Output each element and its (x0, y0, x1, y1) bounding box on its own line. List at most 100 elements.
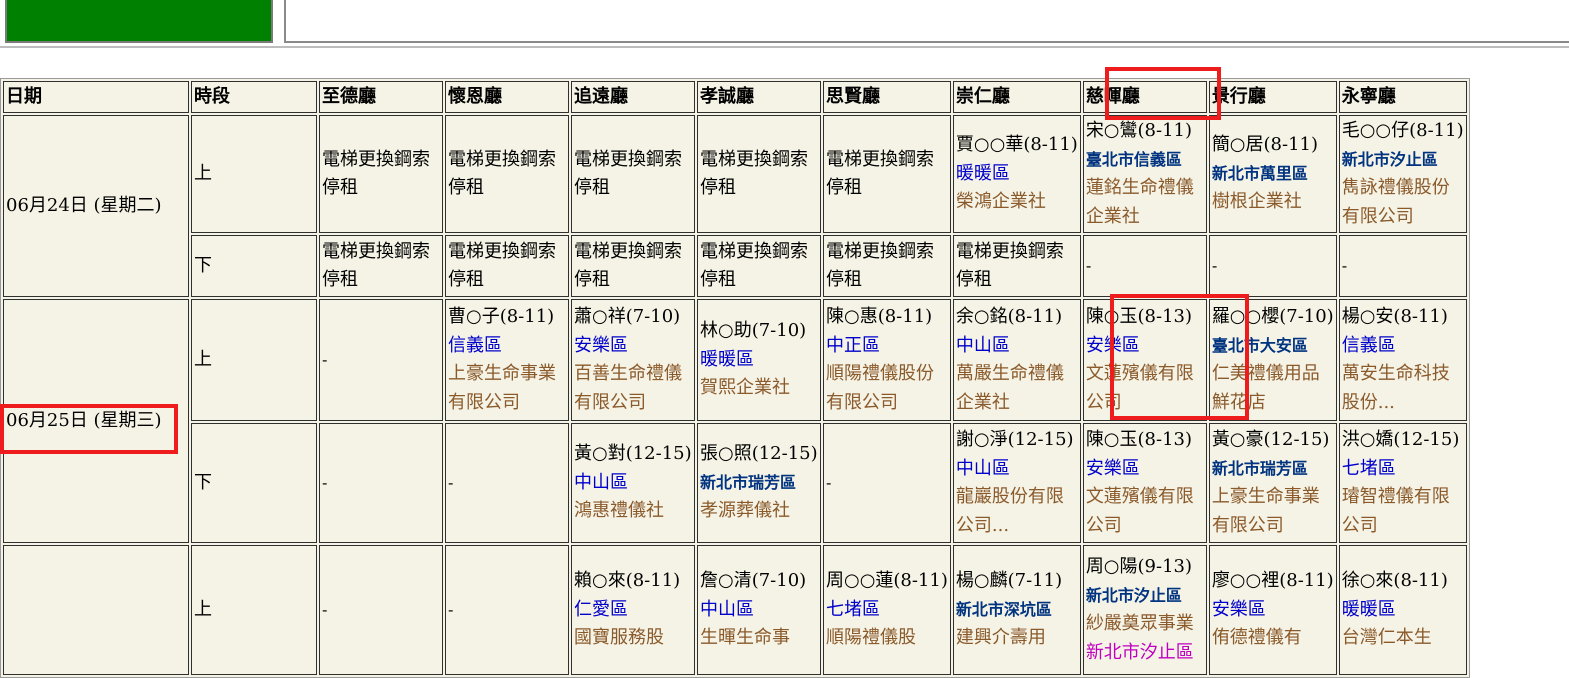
deceased-name: 周○○蓮(8-11) (826, 570, 948, 592)
booking-cell[interactable]: - (823, 423, 951, 543)
booking-cell[interactable]: - (445, 545, 569, 675)
district-link[interactable]: 新北市汐止區 (1342, 146, 1464, 175)
booking-cell[interactable]: - (319, 545, 443, 675)
district-link[interactable]: 信義區 (1342, 332, 1464, 361)
closure-note: 電梯更換鋼索停租 (826, 240, 934, 291)
booking-cell[interactable]: 周○○蓮(8-11) 七堵區 順陽禮儀股 (823, 545, 951, 675)
booking-cell[interactable]: 電梯更換鋼索停租 (319, 235, 443, 297)
booking-cell[interactable]: - (1082, 235, 1207, 297)
schedule-row: 下 - - 黃○對(12-15) 中山區 鴻惠禮儀社 張○照(12-15) 新北市瑞芳區 孝源葬… (3, 423, 1467, 543)
deceased-name: 周○陽(9-13) (1085, 556, 1193, 577)
funeral-company: 順陽禮儀股 (826, 627, 916, 649)
top-text-field[interactable] (284, 0, 1569, 43)
booking-cell[interactable]: 黃○對(12-15) 中山區 鴻惠禮儀社 (571, 423, 695, 543)
booking-cell[interactable]: 電梯更換鋼索停租 (319, 115, 443, 233)
booking-cell[interactable]: 謝○淨(12-15) 中山區 龍巖股份有限公司... (952, 423, 1081, 543)
booking-cell[interactable]: 電梯更換鋼索停租 (571, 115, 695, 233)
district-link[interactable]: 中山區 (700, 596, 818, 625)
district-link[interactable]: 暖暖區 (1342, 596, 1464, 625)
header-hall-xiaocheng: 孝誠廳 (697, 81, 821, 113)
booking-cell[interactable]: - (1338, 235, 1467, 297)
booking-cell[interactable]: 宋○鸞(8-11) 臺北市信義區 蓮銘生命禮儀企業社 (1082, 115, 1207, 233)
booking-cell[interactable]: 簡○居(8-11) 新北市萬里區 樹根企業社 (1208, 115, 1337, 233)
booking-cell[interactable]: 廖○○裡(8-11) 安樂區 侑德禮儀有 (1208, 545, 1337, 675)
header-hall-sixian: 思賢廳 (823, 81, 951, 113)
funeral-company: 生暉生命事 (700, 627, 790, 649)
funeral-company: 紗嚴奠眾事業 (1085, 613, 1194, 634)
toolbar-divider (0, 46, 1569, 48)
funeral-company: 龍巖股份有限公司... (955, 486, 1064, 536)
date-label: 06月25日 (星期三) (6, 409, 162, 431)
district-link[interactable]: 仁愛區 (574, 596, 692, 625)
booking-cell[interactable]: 羅○○櫻(7-10) 臺北市大安區 仁美禮儀用品鮮花店 (1208, 299, 1337, 421)
booking-cell[interactable]: 詹○清(7-10) 中山區 生暉生命事 (697, 545, 821, 675)
booking-cell[interactable]: 楊○麟(7-11) 新北市深坑區 建興介壽用 (952, 545, 1081, 675)
booking-cell[interactable]: - (1208, 235, 1337, 297)
date-cell: 06月25日 (星期三) (3, 299, 189, 543)
district-link[interactable]: 中正區 (826, 332, 948, 361)
header-hall-huaien: 懷恩廳 (445, 81, 569, 113)
booking-cell[interactable]: 余○銘(8-11) 中山區 萬嚴生命禮儀企業社 (952, 299, 1081, 421)
district-link[interactable]: 臺北市大安區 (1212, 332, 1334, 361)
deceased-name: 羅○○櫻(7-10) (1211, 306, 1334, 327)
booking-cell[interactable]: 電梯更換鋼索停租 (697, 235, 821, 297)
district-link[interactable]: 安樂區 (1086, 332, 1204, 361)
district-link[interactable]: 中山區 (956, 332, 1078, 361)
booking-cell[interactable]: 曹○子(8-11) 信義區 上豪生命事業有限公司 (445, 299, 569, 421)
booking-cell[interactable]: - (319, 299, 443, 421)
deceased-name: 林○助(7-10) (700, 320, 807, 342)
district-link[interactable]: 安樂區 (1086, 455, 1204, 484)
booking-cell[interactable]: 賴○來(8-11) 仁愛區 國寶服務股 (571, 545, 695, 675)
booking-cell[interactable]: 楊○安(8-11) 信義區 萬安生命科技股份... (1338, 299, 1467, 421)
district-link[interactable]: 七堵區 (1342, 455, 1464, 484)
booking-cell[interactable]: 電梯更換鋼索停租 (823, 115, 951, 233)
booking-cell[interactable]: 電梯更換鋼索停租 (445, 235, 569, 297)
booking-cell[interactable]: 張○照(12-15) 新北市瑞芳區 孝源葬儀社 (697, 423, 821, 543)
booking-cell[interactable]: 陳○玉(8-13) 安樂區 文蓮殯儀有限公司 (1082, 423, 1207, 543)
booking-cell[interactable]: 洪○嬌(12-15) 七堵區 璿智禮儀有限公司 (1338, 423, 1467, 543)
empty-marker: - (1085, 255, 1092, 275)
district-link[interactable]: 新北市萬里區 (1212, 160, 1334, 189)
booking-cell[interactable]: 賈○○華(8-11) 暖暖區 榮鴻企業社 (952, 115, 1081, 233)
district-link[interactable]: 七堵區 (826, 596, 948, 625)
booking-cell[interactable]: 電梯更換鋼索停租 (697, 115, 821, 233)
booking-cell[interactable]: 徐○來(8-11) 暖暖區 台灣仁本生 (1338, 545, 1467, 675)
district-link[interactable]: 暖暖區 (956, 160, 1078, 189)
extra-district: 新北市汐止區 (1085, 641, 1194, 663)
funeral-company: 台灣仁本生 (1341, 627, 1432, 649)
booking-cell[interactable]: 毛○○仔(8-11) 新北市汐止區 雋詠禮儀股份有限公司 (1338, 115, 1467, 233)
booking-cell[interactable]: 電梯更換鋼索停租 (952, 235, 1081, 297)
schedule-row: 下電梯更換鋼索停租 電梯更換鋼索停租 電梯更換鋼索停租 電梯更換鋼索停租 電梯更換鋼索停… (3, 235, 1467, 297)
booking-cell[interactable]: 電梯更換鋼索停租 (571, 235, 695, 297)
district-link[interactable]: 新北市瑞芳區 (700, 469, 818, 498)
booking-cell[interactable]: 陳○惠(8-11) 中正區 順陽禮儀股份有限公司 (823, 299, 951, 421)
green-action-button[interactable] (5, 0, 273, 43)
closure-note: 電梯更換鋼索停租 (448, 148, 556, 199)
booking-cell[interactable]: 陳○玉(8-13) 安樂區 文蓮殯儀有限公司 (1082, 299, 1207, 421)
booking-cell[interactable]: 電梯更換鋼索停租 (823, 235, 951, 297)
district-link[interactable]: 安樂區 (1212, 596, 1334, 625)
district-link[interactable]: 臺北市信義區 (1086, 146, 1204, 175)
deceased-name: 楊○麟(7-11) (955, 570, 1063, 592)
district-link[interactable]: 信義區 (448, 332, 566, 361)
deceased-name: 宋○鸞(8-11) (1085, 120, 1193, 141)
date-label: 06月24日 (星期二) (6, 194, 162, 216)
district-link[interactable]: 中山區 (956, 455, 1078, 484)
booking-cell[interactable]: 周○陽(9-13) 新北市汐止區 紗嚴奠眾事業 新北市汐止區 (1082, 545, 1207, 675)
header-hall-jingxing: 景行廳 (1208, 81, 1337, 113)
booking-cell[interactable]: 蕭○祥(7-10) 安樂區 百善生命禮儀有限公司 (571, 299, 695, 421)
district-link[interactable]: 新北市汐止區 (1086, 582, 1204, 611)
district-link[interactable]: 中山區 (574, 469, 692, 498)
district-link[interactable]: 暖暖區 (700, 346, 818, 375)
closure-note: 電梯更換鋼索停租 (574, 240, 682, 291)
district-link[interactable]: 新北市瑞芳區 (1212, 455, 1334, 484)
booking-cell[interactable]: 黃○豪(12-15) 新北市瑞芳區 上豪生命事業有限公司 (1208, 423, 1337, 543)
booking-cell[interactable]: - (319, 423, 443, 543)
booking-cell[interactable]: 電梯更換鋼索停租 (445, 115, 569, 233)
booking-cell[interactable]: - (445, 423, 569, 543)
district-link[interactable]: 新北市深坑區 (956, 596, 1078, 625)
booking-cell[interactable]: 林○助(7-10) 暖暖區 賀熙企業社 (697, 299, 821, 421)
district-link[interactable]: 安樂區 (574, 332, 692, 361)
slot-cell: 上 (191, 545, 317, 675)
funeral-company: 上豪生命事業有限公司 (448, 363, 556, 413)
